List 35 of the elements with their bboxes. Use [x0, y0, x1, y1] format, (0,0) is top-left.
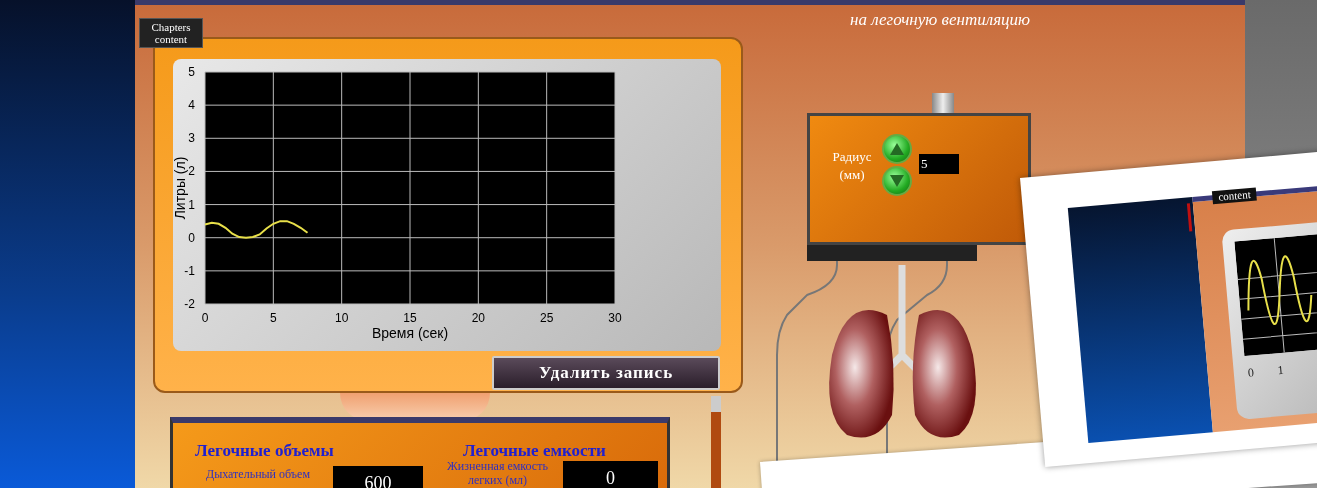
y-tick-label: 0	[188, 230, 195, 245]
y-tick-label: 3	[188, 131, 195, 146]
section-heading: Легочные емкости	[463, 441, 606, 461]
increase-button[interactable]	[882, 134, 912, 164]
page-subtitle: на легочную вентиляцию	[850, 10, 1031, 30]
axis-label: 0	[1247, 365, 1255, 381]
x-tick-label: 10	[335, 311, 349, 325]
radius-field[interactable]: 5	[919, 154, 959, 174]
y-tick-label: 2	[188, 164, 195, 179]
chapters-button[interactable]: Chapters content	[139, 18, 203, 48]
x-tick-label: 25	[540, 311, 554, 325]
axis-label: 1	[1277, 362, 1285, 379]
x-tick-label: 5	[270, 311, 277, 325]
value-field: 0	[563, 461, 658, 488]
bookmark-marker	[1186, 203, 1193, 232]
radius-label: Радиус (мм)	[831, 148, 873, 184]
x-tick-label: 0	[201, 311, 209, 325]
field-label: Жизненная емкость легких (мл)	[446, 459, 549, 487]
delete-record-button[interactable]: Удалить запись	[492, 356, 720, 390]
y-tick-label: 1	[188, 197, 195, 212]
y-tick-label: 4	[188, 98, 195, 113]
x-tick-label: 30	[608, 311, 622, 325]
field-label: Дыхательный объем	[205, 467, 311, 481]
section-heading: Легочные объемы	[195, 441, 334, 461]
down-triangle-icon	[890, 175, 904, 187]
y-tick-label: -1	[184, 263, 195, 278]
x-tick-label: 20	[471, 311, 485, 325]
y-tick-label: 5	[188, 65, 195, 79]
x-tick-label: 15	[403, 311, 417, 325]
decrease-button[interactable]	[882, 166, 912, 196]
x-axis-title: Время (сек)	[371, 325, 449, 341]
piston-rod	[932, 93, 954, 115]
y-axis-title: Литры (л)	[173, 156, 188, 220]
up-triangle-icon	[890, 143, 904, 155]
y-tick-label: -2	[184, 297, 195, 311]
